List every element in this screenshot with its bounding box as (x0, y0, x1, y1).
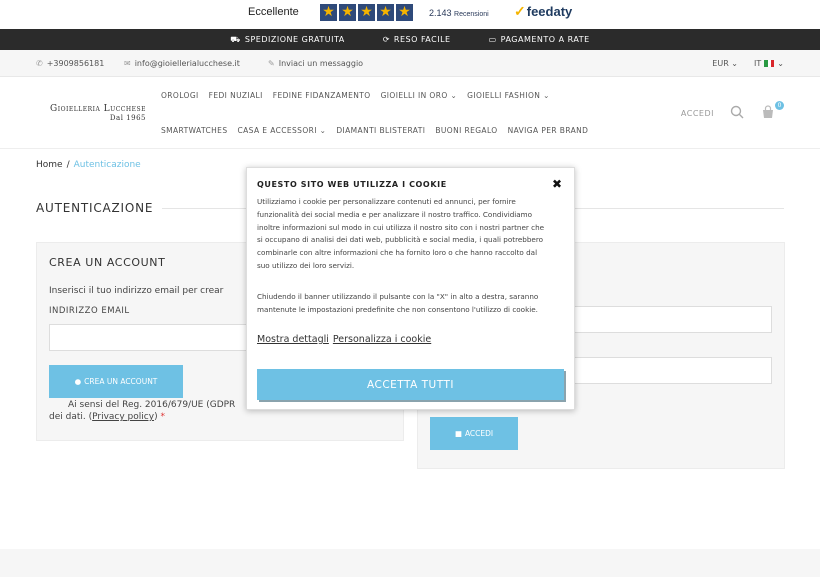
chevron-down-icon: ⌄ (543, 91, 550, 100)
login-link[interactable]: ACCEDI (681, 109, 714, 118)
nav-naviga-brand[interactable]: NAVIGA PER BRAND (508, 126, 589, 135)
breadcrumb-home[interactable]: Home (36, 160, 63, 170)
star-icon: ★ (339, 4, 356, 21)
star-icon: ★ (320, 4, 337, 21)
user-icon: ● (74, 377, 82, 386)
truck-icon: ⛟ (230, 34, 241, 44)
language-selector[interactable]: IT ⌄ (754, 59, 784, 68)
create-account-button[interactable]: ● CREA UN ACCOUNT (49, 365, 183, 398)
shopping-bag-icon[interactable] (761, 105, 775, 119)
page-title: AUTENTICAZIONE (36, 201, 154, 215)
contact-bar: ✆ +3909856181 ✉ info@gioiellerialucchese.i… (0, 50, 820, 77)
promo-free-shipping[interactable]: ⛟ SPEDIZIONE GRATUITA (230, 35, 344, 45)
promo-installments[interactable]: ▭ PAGAMENTO A RATE (489, 35, 590, 44)
mail-icon: ✉ (124, 59, 131, 68)
card-icon: ▭ (488, 35, 497, 44)
accept-all-button[interactable]: ACCETTA TUTTI (257, 369, 564, 400)
show-details-link[interactable]: Mostra dettagli (257, 334, 329, 345)
main-header: Gioielleria Lucchese Dal 1965 OROLOGI FE… (0, 77, 820, 149)
nav-diamanti-blisterati[interactable]: DIAMANTI BLISTERATI (336, 126, 425, 135)
cookie-modal-links: Mostra dettagli Personalizza i cookie (257, 334, 431, 345)
site-logo[interactable]: Gioielleria Lucchese Dal 1965 (36, 104, 146, 122)
promo-easy-return[interactable]: ⟳ RESO FACILE (383, 35, 451, 44)
gdpr-consent-text: Ai sensi del Reg. 2016/679/UE (GDPR dei … (49, 400, 236, 422)
refresh-icon: ⟳ (382, 35, 390, 44)
main-nav-row2: SMARTWATCHES CASA E ACCESSORI ⌄ DIAMANTI… (161, 126, 588, 135)
currency-selector[interactable]: EUR ⌄ (712, 59, 738, 68)
main-nav-row1: OROLOGI FEDI NUZIALI FEDINE FIDANZAMENTO… (161, 91, 550, 100)
login-button[interactable]: ■ ACCEDI (430, 417, 518, 450)
create-account-heading: CREA UN ACCOUNT (49, 256, 166, 269)
chevron-down-icon: ⌄ (319, 126, 327, 135)
cookie-modal-paragraph1: Utilizziamo i cookie per personalizzare … (257, 197, 545, 270)
chevron-down-icon: ⌄ (731, 59, 738, 68)
feedaty-logo[interactable]: ✓feedaty (514, 3, 572, 20)
contact-email[interactable]: ✉ info@gioiellerialucchese.it (124, 59, 240, 68)
cookie-consent-modal: QUESTO SITO WEB UTILIZZA I COOKIE ✖ Util… (246, 167, 575, 410)
footer-strip (0, 549, 820, 577)
contact-phone[interactable]: ✆ +3909856181 (36, 59, 104, 68)
customize-cookies-link[interactable]: Personalizza i cookie (333, 334, 431, 345)
nav-fedi-nuziali[interactable]: FEDI NUZIALI (209, 91, 263, 100)
star-icon: ★ (377, 4, 394, 21)
phone-icon: ✆ (36, 59, 43, 68)
rating-bar: Eccellente ★ ★ ★ ★ ★ 2.143 Recensioni ✓f… (0, 0, 820, 29)
lock-icon: ■ (454, 429, 462, 438)
checkmark-icon: ✓ (514, 3, 526, 19)
nav-gioielli-oro[interactable]: GIOIELLI IN ORO ⌄ (381, 91, 458, 100)
close-icon[interactable]: ✖ (552, 177, 562, 191)
cookie-modal-title: QUESTO SITO WEB UTILIZZA I COOKIE (257, 180, 447, 189)
nav-gioielli-fashion[interactable]: GIOIELLI FASHION ⌄ (467, 91, 550, 100)
breadcrumb-current: Autenticazione (73, 160, 141, 170)
chevron-down-icon: ⌄ (450, 91, 458, 100)
nav-smartwatches[interactable]: SMARTWATCHES (161, 126, 227, 135)
nav-orologi[interactable]: OROLOGI (161, 91, 199, 100)
nav-casa-accessori[interactable]: CASA E ACCESSORI ⌄ (237, 126, 326, 135)
review-count[interactable]: 2.143 Recensioni (429, 8, 489, 18)
nav-fedine-fidanzamento[interactable]: FEDINE FIDANZAMENTO (273, 91, 371, 100)
rating-stars: ★ ★ ★ ★ ★ (320, 4, 413, 21)
create-account-intro: Inserisci il tuo indirizzo email per cre… (49, 286, 224, 296)
star-icon: ★ (358, 4, 375, 21)
email-label: INDIRIZZO EMAIL (49, 306, 130, 316)
privacy-policy-link[interactable]: Privacy policy (92, 412, 154, 422)
rating-label: Eccellente (248, 6, 299, 18)
breadcrumb: Home / Autenticazione (36, 160, 141, 170)
italy-flag-icon (764, 60, 775, 67)
star-icon: ★ (396, 4, 413, 21)
cart-count-badge: 0 (775, 101, 784, 110)
contact-message[interactable]: ✎ Inviaci un messaggio (268, 59, 363, 68)
pencil-icon: ✎ (268, 59, 275, 68)
chevron-down-icon: ⌄ (777, 59, 784, 68)
promo-strip: ⛟ SPEDIZIONE GRATUITA ⟳ RESO FACILE ▭ PA… (0, 29, 820, 50)
cookie-modal-paragraph2: Chiudendo il banner utilizzando il pulsa… (257, 292, 539, 314)
search-icon[interactable] (730, 105, 744, 119)
nav-buoni-regalo[interactable]: BUONI REGALO (435, 126, 497, 135)
